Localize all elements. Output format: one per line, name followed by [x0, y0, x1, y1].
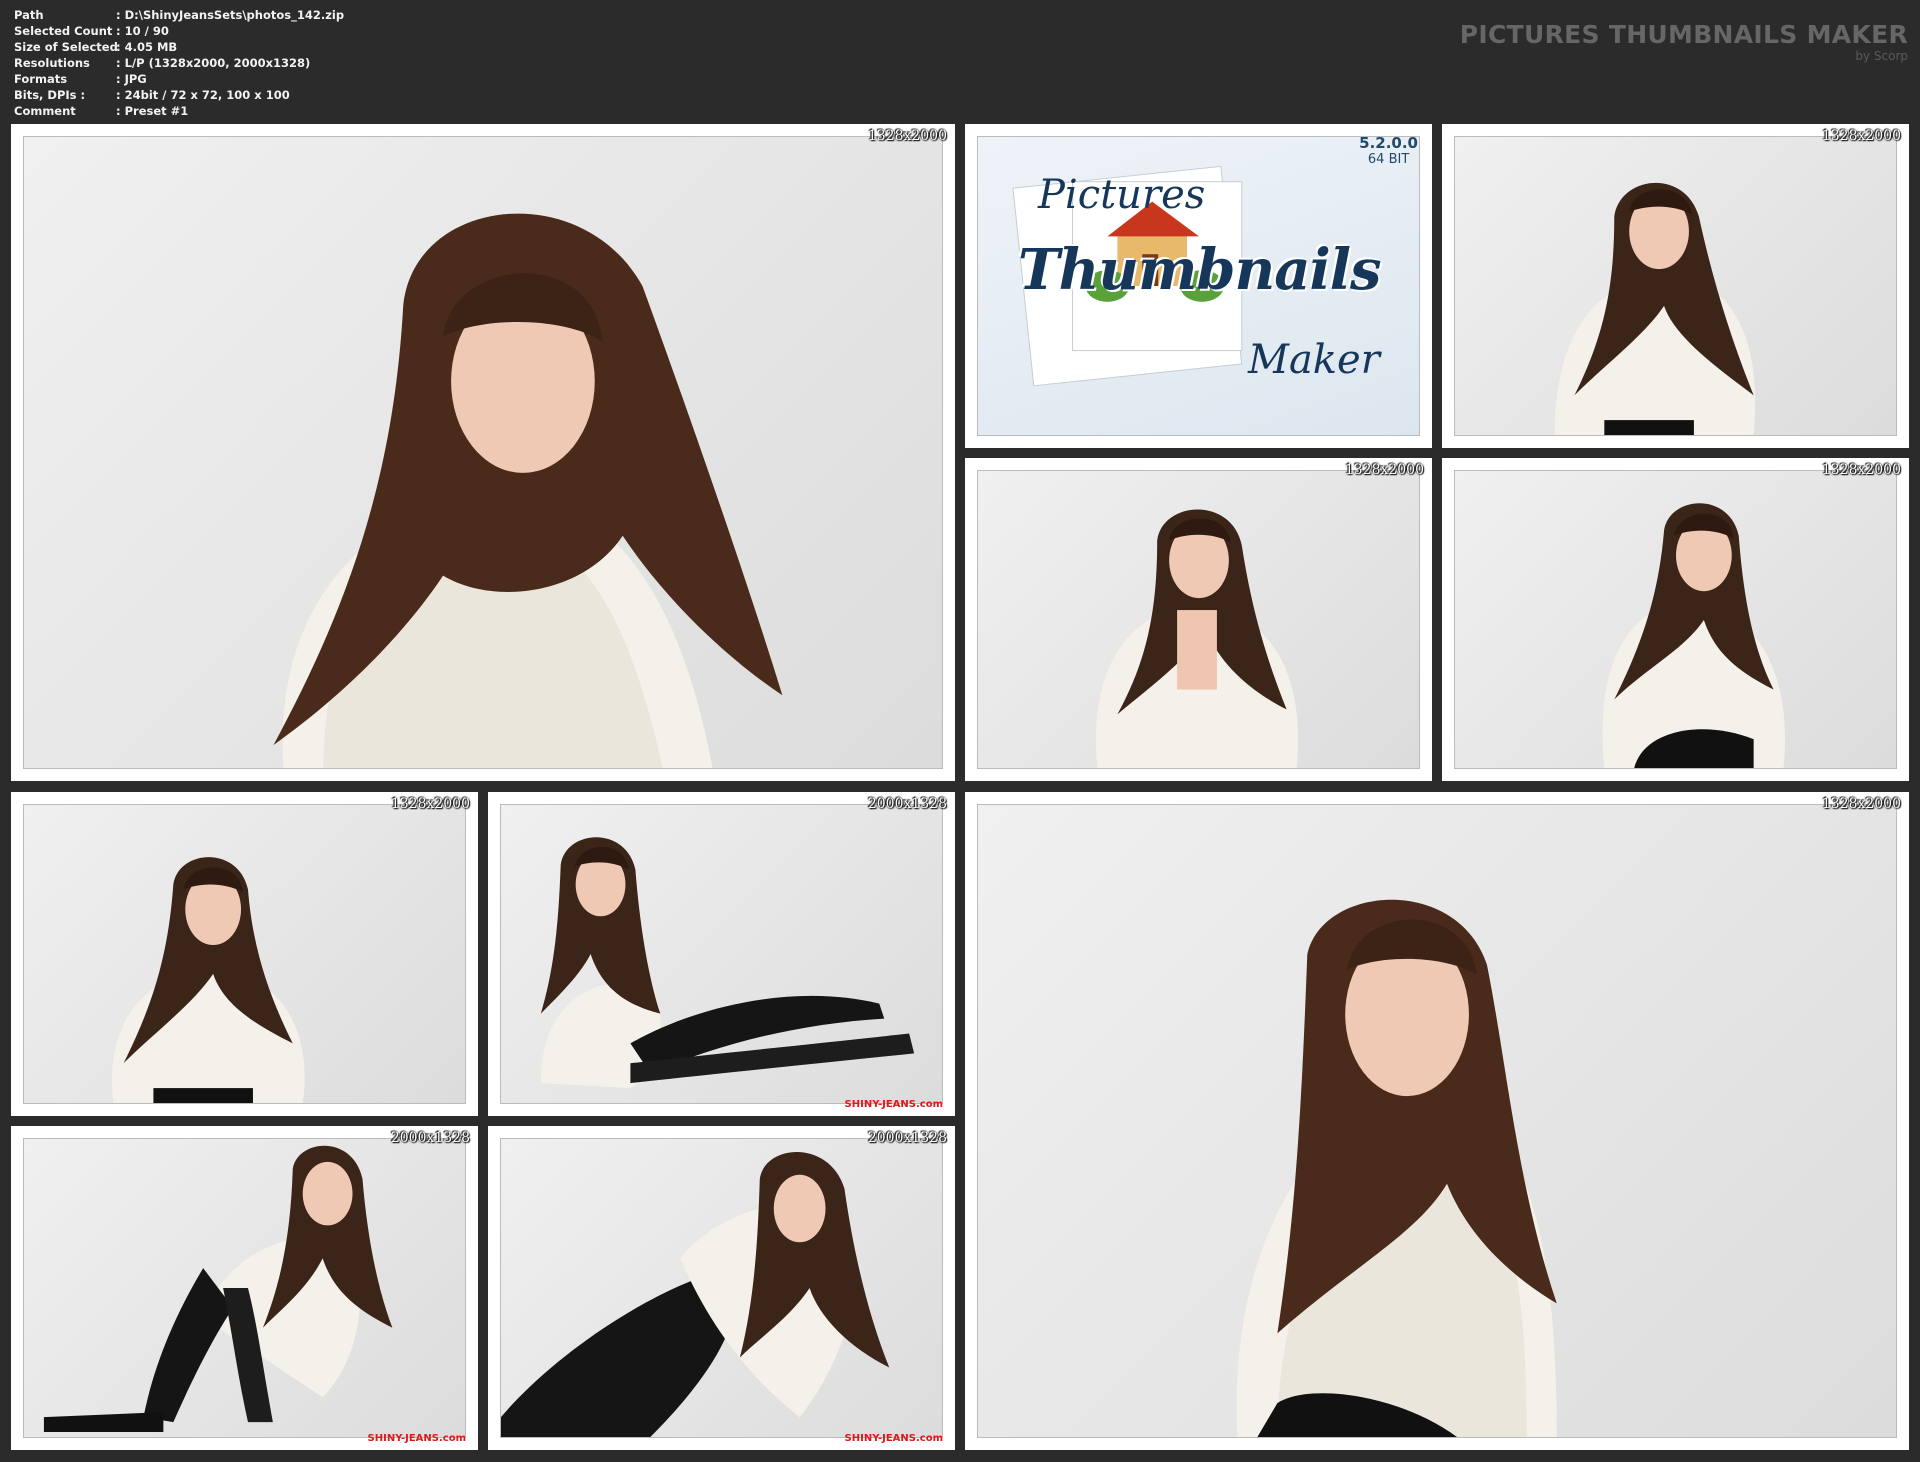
photo-6 — [500, 804, 943, 1104]
info-row-path: Path : D:\ShinyJeansSets\photos_142.zip — [14, 7, 344, 23]
resolution-label: 1328x2000 — [1821, 462, 1901, 478]
info-row-bits: Bits, DPIs : : 24bit / 72 x 72, 100 x 100 — [14, 87, 344, 103]
info-label: Bits, DPIs : — [14, 88, 86, 102]
thumbnail-7[interactable]: 2000x1328 SHINY-JEANS.com — [11, 1126, 478, 1450]
resolution-label: 1328x2000 — [867, 128, 947, 144]
thumbnail-6[interactable]: 2000x1328 SHINY-JEANS.com — [488, 792, 955, 1116]
logo-image: Pictures Thumbnails Maker — [977, 136, 1420, 436]
info-label: Formats — [14, 72, 68, 86]
photo-2 — [1454, 136, 1897, 436]
info-value: : D:\ShinyJeansSets\photos_142.zip — [116, 8, 345, 22]
photo-8 — [500, 1138, 943, 1438]
photo-1 — [23, 136, 943, 769]
resolution-label: 1328x2000 — [1821, 128, 1901, 144]
resolution-label: 2000x1328 — [390, 1130, 470, 1146]
resolution-label: 2000x1328 — [867, 796, 947, 812]
portrait-image — [1236, 899, 1557, 1437]
thumbnail-logo[interactable]: Pictures Thumbnails Maker 5.2.0.0 64 BIT — [965, 124, 1432, 448]
info-label: Resolutions — [14, 56, 90, 70]
photo-4 — [1454, 470, 1897, 769]
watermark: SHINY-JEANS.com — [844, 1433, 943, 1444]
thumbnail-1[interactable]: 1328x2000 — [11, 124, 955, 781]
thumbnail-2[interactable]: 1328x2000 — [1442, 124, 1909, 448]
brand-by: by Scorp — [1855, 49, 1908, 63]
logo-word-thumbnails: Thumbnails — [1018, 237, 1382, 303]
thumbnail-9[interactable]: 1328x2000 — [965, 792, 1909, 1450]
info-row-size: Size of Selected: 4.05 MB — [14, 39, 344, 55]
header: Path : D:\ShinyJeansSets\photos_142.zip S… — [0, 0, 1920, 122]
info-label: Comment — [14, 104, 76, 118]
info-label: Path — [14, 8, 44, 22]
logo-word-pictures: Pictures — [1038, 172, 1206, 218]
watermark: SHINY-JEANS.com — [367, 1433, 466, 1444]
info-value: : Preset #1 — [116, 104, 189, 118]
version-bits: 64 BIT — [1367, 152, 1410, 167]
thumbnail-5[interactable]: 1328x2000 — [11, 792, 478, 1116]
watermark: SHINY-JEANS.com — [844, 1099, 943, 1110]
thumbnail-4[interactable]: 1328x2000 — [1442, 458, 1909, 781]
thumbnail-3[interactable]: 1328x2000 — [965, 458, 1432, 781]
info-row-count: Selected Count: 10 / 90 — [14, 23, 344, 39]
resolution-label: 2000x1328 — [867, 1130, 947, 1146]
resolution-label: 1328x2000 — [1344, 462, 1424, 478]
portrait-image — [1554, 182, 1756, 435]
info-label: Selected Count — [14, 24, 113, 38]
info-row-resolutions: Resolutions : L/P (1328x2000, 2000x1328) — [14, 55, 344, 71]
portrait-image — [43, 1145, 393, 1433]
info-value: : 10 / 90 — [116, 24, 169, 38]
info-value: : 24bit / 72 x 72, 100 x 100 — [116, 88, 290, 102]
brand: PICTURES THUMBNAILS MAKER by Scorp — [1460, 20, 1908, 63]
info-row-comment: Comment : Preset #1 — [14, 103, 344, 119]
portrait-image — [112, 857, 305, 1103]
photo-5 — [23, 804, 466, 1104]
version-badge: 5.2.0.0 64 BIT — [1359, 134, 1418, 167]
info-panel: Path : D:\ShinyJeansSets\photos_142.zip S… — [14, 7, 344, 119]
info-value: : 4.05 MB — [116, 40, 178, 54]
logo-word-maker: Maker — [1248, 337, 1380, 383]
portrait-image — [1602, 503, 1786, 768]
portrait-image — [501, 1152, 890, 1437]
thumbnail-8[interactable]: 2000x1328 SHINY-JEANS.com — [488, 1126, 955, 1450]
portrait-image — [273, 213, 783, 768]
version-number: 5.2.0.0 — [1359, 134, 1418, 152]
photo-7 — [23, 1138, 466, 1438]
photo-3 — [977, 470, 1420, 769]
portrait-image — [1095, 509, 1299, 768]
brand-title: PICTURES THUMBNAILS MAKER — [1459, 20, 1908, 49]
info-value: : JPG — [116, 72, 147, 86]
info-value: : L/P (1328x2000, 2000x1328) — [116, 56, 311, 70]
info-label: Size of Selected — [14, 40, 118, 54]
info-row-formats: Formats : JPG — [14, 71, 344, 87]
photo-9 — [977, 804, 1897, 1438]
portrait-image — [540, 837, 915, 1089]
resolution-label: 1328x2000 — [1821, 796, 1901, 812]
resolution-label: 1328x2000 — [390, 796, 470, 812]
